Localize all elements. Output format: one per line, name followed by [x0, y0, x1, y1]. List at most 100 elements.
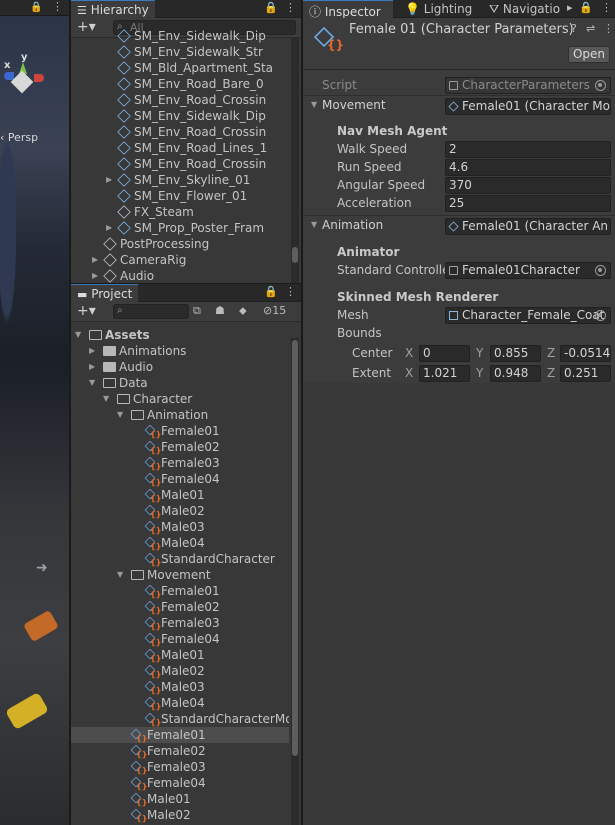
create-asset-button[interactable]: +▾: [77, 303, 96, 319]
animation-field[interactable]: Female01 (Character An: [445, 218, 611, 235]
project-asset-item[interactable]: {} Female03: [71, 455, 289, 471]
search-by-type-icon[interactable]: ⧉: [193, 304, 201, 318]
persp-label[interactable]: ‹ Persp: [0, 131, 38, 144]
expand-arrow-icon[interactable]: ▶: [89, 359, 95, 375]
more-menu-icon[interactable]: ⋮: [601, 1, 612, 14]
project-asset-item[interactable]: {} StandardCharacter: [71, 551, 289, 567]
expand-arrow-icon[interactable]: ▶: [92, 268, 98, 284]
hierarchy-scroll-thumb[interactable]: [292, 247, 298, 263]
project-asset-item[interactable]: {} StandardCharacterMo: [71, 711, 289, 727]
project-asset-item[interactable]: {} Female04: [71, 631, 289, 647]
expand-arrow-icon[interactable]: ▶: [92, 252, 98, 268]
run-speed-field[interactable]: 4.6: [445, 159, 611, 176]
project-asset-item[interactable]: {} Male03: [71, 519, 289, 535]
filter-by-label-icon[interactable]: ⬥: [239, 304, 247, 318]
project-scrollbar[interactable]: [291, 338, 299, 825]
project-asset-item[interactable]: {} Female02: [71, 599, 289, 615]
tab-hierarchy[interactable]: ☰ Hierarchy: [71, 0, 155, 18]
expand-arrow-icon[interactable]: ▼: [117, 567, 123, 583]
project-asset-item[interactable]: {} Male02: [71, 503, 289, 519]
hierarchy-item[interactable]: ▶ Audio: [71, 268, 289, 284]
hierarchy-item[interactable]: SM_Env_Road_Crossin: [71, 156, 289, 172]
help-icon[interactable]: ?: [571, 22, 577, 35]
project-folder-item[interactable]: ▶ Animations: [71, 343, 289, 359]
tab-inspector[interactable]: ⓘ Inspector: [303, 0, 393, 19]
project-folder-item[interactable]: ▶ Audio: [71, 359, 289, 375]
expand-arrow-icon[interactable]: ▶: [89, 343, 95, 359]
lock-icon[interactable]: 🔒: [579, 1, 593, 14]
hierarchy-item[interactable]: ▶ SM_Env_Skyline_01: [71, 172, 289, 188]
tab-navigation[interactable]: ⛛ Navigatio: [483, 0, 566, 18]
expand-arrow-icon[interactable]: ▼: [75, 327, 81, 343]
hierarchy-item[interactable]: SM_Env_Sidewalk_Dip: [71, 28, 289, 44]
extent-x-field[interactable]: 1.021: [419, 365, 470, 382]
project-folder-item[interactable]: ▼ Data: [71, 375, 289, 391]
project-asset-item[interactable]: {} Male01: [71, 647, 289, 663]
controller-field[interactable]: Female01Character: [445, 262, 611, 279]
lock-icon[interactable]: 🔒: [264, 285, 278, 298]
hierarchy-item[interactable]: FX_Steam: [71, 204, 289, 220]
extent-z-field[interactable]: 0.251: [560, 365, 611, 382]
project-asset-item[interactable]: {} Female01: [71, 583, 289, 599]
movement-foldout[interactable]: ▼ Movement Female01 (Character Mo: [303, 95, 615, 115]
hierarchy-scrollbar[interactable]: [291, 38, 299, 283]
project-asset-item[interactable]: {} Female02: [71, 743, 289, 759]
project-folder-item[interactable]: ▼ Character: [71, 391, 289, 407]
project-asset-item[interactable]: {} Male04: [71, 535, 289, 551]
movement-field[interactable]: Female01 (Character Mo: [445, 98, 611, 115]
foldout-arrow-icon[interactable]: ▼: [311, 220, 317, 229]
tab-project[interactable]: ▬ Project: [71, 284, 139, 302]
filter-by-type-icon[interactable]: ☗: [215, 304, 225, 317]
project-asset-item[interactable]: {} Female01: [71, 727, 289, 743]
lock-icon[interactable]: 🔒: [264, 1, 278, 14]
hidden-packages-toggle[interactable]: ⊘15: [263, 304, 286, 317]
hierarchy-item[interactable]: ▶ SM_Prop_Poster_Fram: [71, 220, 289, 236]
center-x-field[interactable]: 0: [419, 345, 470, 362]
project-asset-item[interactable]: {} Male02: [71, 663, 289, 679]
more-menu-icon[interactable]: ⋮: [52, 0, 63, 13]
expand-arrow-icon[interactable]: ▼: [117, 407, 123, 423]
project-asset-item[interactable]: {} Female03: [71, 615, 289, 631]
expand-arrow-icon[interactable]: ▼: [89, 375, 95, 391]
project-asset-item[interactable]: {} Female04: [71, 775, 289, 791]
more-menu-icon[interactable]: ⋮: [285, 285, 296, 298]
project-asset-item[interactable]: {} Female04: [71, 471, 289, 487]
object-picker-icon[interactable]: [595, 265, 606, 276]
hierarchy-item[interactable]: SM_Env_Flower_01: [71, 188, 289, 204]
expand-arrow-icon[interactable]: ▶: [106, 220, 112, 236]
more-menu-icon[interactable]: ⋮: [603, 22, 614, 35]
project-asset-item[interactable]: {} Female03: [71, 759, 289, 775]
hierarchy-item[interactable]: SM_Env_Road_Lines_1: [71, 140, 289, 156]
project-asset-item[interactable]: {} Male02: [71, 807, 289, 823]
project-asset-item[interactable]: {} Male03: [71, 679, 289, 695]
project-folder-item[interactable]: ▼ Animation: [71, 407, 289, 423]
project-asset-item[interactable]: {} Male04: [71, 695, 289, 711]
project-folder-item[interactable]: ▼ Movement: [71, 567, 289, 583]
expand-arrow-icon[interactable]: ▶: [106, 172, 112, 188]
hierarchy-item[interactable]: SM_Env_Road_Crossin: [71, 92, 289, 108]
object-picker-icon[interactable]: [595, 310, 606, 321]
orientation-gizmo[interactable]: y x: [4, 44, 44, 124]
project-asset-item[interactable]: {} Female02: [71, 439, 289, 455]
scene-view[interactable]: 🔒 ⋮ y x ‹ Persp ➜: [0, 0, 69, 825]
hierarchy-item[interactable]: SM_Bld_Apartment_Sta: [71, 60, 289, 76]
hierarchy-item[interactable]: SM_Env_Road_Crossin: [71, 124, 289, 140]
project-scroll-thumb[interactable]: [292, 340, 298, 756]
project-asset-item[interactable]: {} Female01: [71, 423, 289, 439]
animation-foldout[interactable]: ▼ Animation Female01 (Character An: [303, 215, 615, 235]
acceleration-field[interactable]: 25: [445, 195, 611, 212]
walk-speed-field[interactable]: 2: [445, 141, 611, 158]
project-search-input[interactable]: ⌕: [113, 304, 189, 319]
foldout-arrow-icon[interactable]: ▼: [311, 100, 317, 109]
hierarchy-item[interactable]: SM_Env_Road_Bare_0: [71, 76, 289, 92]
project-asset-item[interactable]: {} Male01: [71, 791, 289, 807]
hierarchy-item[interactable]: ▶ CameraRig: [71, 252, 289, 268]
tab-overflow-icon[interactable]: ▸: [567, 1, 573, 14]
expand-arrow-icon[interactable]: ▼: [103, 391, 109, 407]
tab-lighting[interactable]: 💡 Lighting: [399, 0, 478, 18]
hierarchy-item[interactable]: SM_Env_Sidewalk_Str: [71, 44, 289, 60]
extent-y-field[interactable]: 0.948: [490, 365, 541, 382]
hierarchy-item[interactable]: SM_Env_Sidewalk_Dip: [71, 108, 289, 124]
gizmo-center-cube[interactable]: [10, 70, 34, 94]
lock-icon[interactable]: 🔒: [30, 2, 42, 13]
